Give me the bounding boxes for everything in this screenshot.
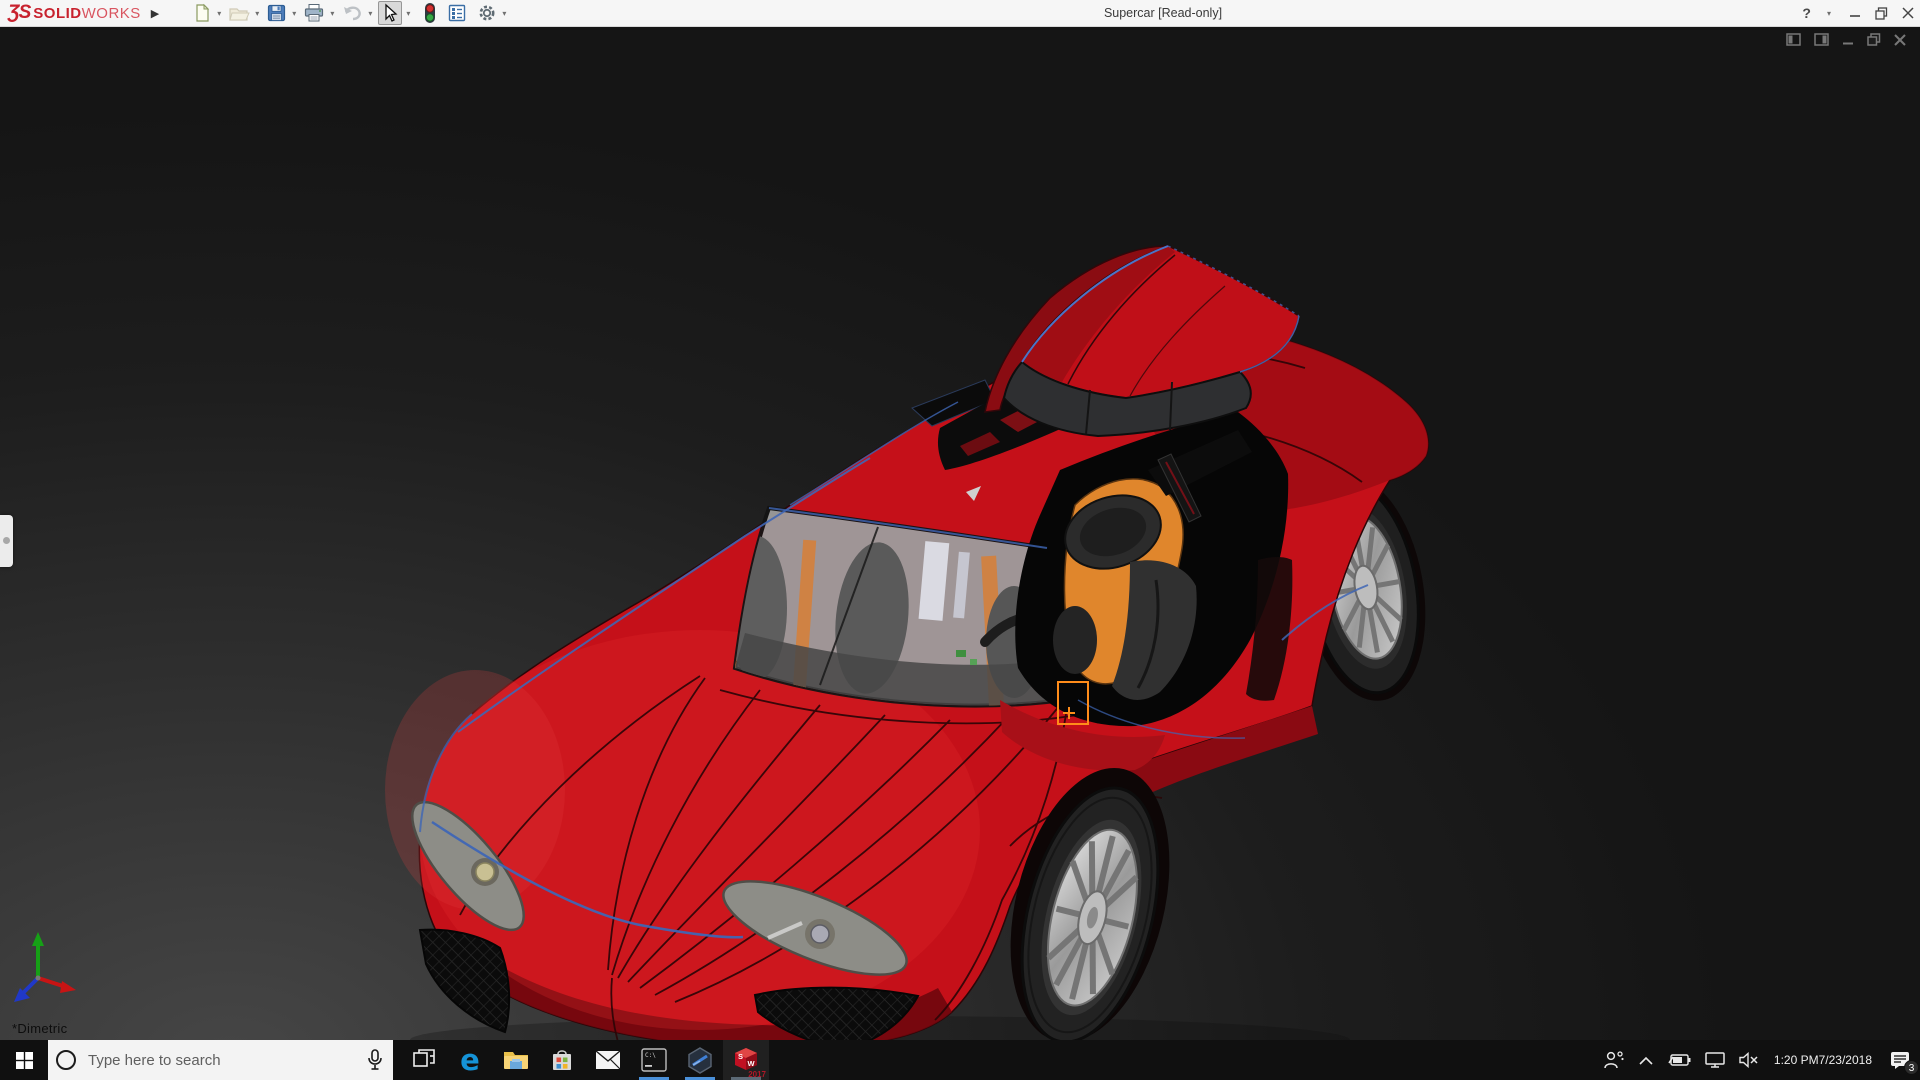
store-button[interactable] — [539, 1040, 585, 1080]
solidworks-logo: ƷS SOLID WORKS — [8, 2, 141, 24]
properties-list-icon — [447, 3, 467, 23]
microphone-icon[interactable] — [367, 1049, 383, 1071]
quick-access-toolbar: ▾ ▾ ▾ — [191, 1, 510, 25]
edrawings-hexagon-icon — [687, 1047, 713, 1074]
file-explorer-button[interactable] — [493, 1040, 539, 1080]
task-view-icon — [413, 1049, 435, 1071]
help-dropdown[interactable]: ▾ — [1827, 9, 1831, 18]
pane-left-button[interactable] — [1786, 33, 1801, 46]
command-prompt-icon: C:\ — [641, 1048, 667, 1072]
doc-minimize-button[interactable] — [1842, 34, 1854, 46]
restore-button[interactable] — [1875, 7, 1888, 20]
graphics-viewport[interactable]: *Dimetric — [0, 27, 1920, 1040]
mail-button[interactable] — [585, 1040, 631, 1080]
windows-logo-icon — [16, 1052, 33, 1069]
clock-date: 7/23/2018 — [1819, 1053, 1872, 1067]
select-tool-button[interactable] — [378, 1, 402, 25]
store-icon — [550, 1048, 574, 1072]
doc-restore-button[interactable] — [1867, 33, 1881, 46]
svg-text:S: S — [738, 1052, 743, 1061]
battery-charging-icon — [1667, 1053, 1691, 1067]
volume-button[interactable] — [1732, 1040, 1766, 1080]
cortana-icon — [56, 1050, 76, 1070]
people-icon — [1603, 1050, 1625, 1070]
open-folder-icon — [228, 3, 250, 23]
clock-time: 1:20 PM — [1774, 1053, 1819, 1067]
command-prompt-button[interactable]: C:\ — [631, 1040, 677, 1080]
print-icon — [303, 3, 325, 23]
gear-icon — [477, 3, 497, 23]
notification-badge: 3 — [1904, 1060, 1919, 1075]
solidworks-taskbar-button[interactable]: S W 2017 — [723, 1040, 769, 1080]
print-button[interactable] — [302, 1, 326, 25]
action-center-button[interactable]: 3 — [1880, 1040, 1920, 1080]
system-tray: 1:20 PM 7/23/2018 3 — [1596, 1040, 1920, 1080]
minimize-icon — [1849, 7, 1861, 19]
file-properties-button[interactable] — [446, 1, 468, 25]
taskbar: e — [0, 1040, 1920, 1080]
volume-muted-icon — [1739, 1052, 1759, 1068]
select-cursor-icon — [380, 3, 400, 23]
document-title: Supercar [Read-only] — [1104, 0, 1222, 26]
minimize-button[interactable] — [1849, 7, 1861, 19]
close-icon — [1902, 7, 1914, 19]
flyout-dot-icon — [3, 537, 10, 544]
view-orientation-label: *Dimetric — [12, 1021, 67, 1036]
open-button[interactable] — [227, 1, 251, 25]
feature-tree-flyout-tab[interactable] — [0, 515, 13, 567]
new-document-button[interactable] — [191, 1, 213, 25]
model-scene — [0, 27, 1920, 1040]
document-window-controls — [1786, 33, 1906, 46]
undo-button[interactable] — [340, 1, 364, 25]
app-window-controls: ? ▾ — [1802, 0, 1914, 26]
network-icon — [1705, 1052, 1725, 1068]
battery-button[interactable] — [1660, 1040, 1698, 1080]
svg-text:C:\: C:\ — [645, 1052, 656, 1059]
restore-icon — [1875, 7, 1888, 20]
desktop: ƷS SOLID WORKS ▶ ▾ ▾ — [0, 0, 1920, 1080]
tray-overflow-button[interactable] — [1632, 1040, 1660, 1080]
traffic-light-icon — [423, 2, 437, 24]
save-floppy-icon — [266, 3, 287, 23]
titlebar: ƷS SOLID WORKS ▶ ▾ ▾ — [0, 0, 1920, 27]
help-button[interactable]: ? — [1802, 5, 1811, 21]
file-explorer-icon — [503, 1049, 529, 1071]
new-document-icon — [192, 3, 212, 23]
edrawings-button[interactable] — [677, 1040, 723, 1080]
options-button[interactable] — [476, 1, 498, 25]
taskbar-search[interactable] — [48, 1040, 393, 1080]
search-input[interactable] — [88, 1052, 367, 1069]
svg-text:W: W — [748, 1059, 756, 1068]
doc-close-button[interactable] — [1894, 34, 1906, 46]
undo-arrow-icon — [341, 3, 363, 23]
clock[interactable]: 1:20 PM 7/23/2018 — [1766, 1040, 1880, 1080]
close-button[interactable] — [1902, 7, 1914, 19]
save-button[interactable] — [265, 1, 288, 25]
front-grille-left — [420, 930, 509, 1032]
rebuild-button[interactable] — [422, 1, 438, 25]
chevron-up-icon — [1639, 1056, 1653, 1065]
mail-icon — [595, 1050, 621, 1070]
car-model — [385, 246, 1442, 1040]
ds-logo-glyph: ƷS — [8, 2, 30, 24]
edge-icon: e — [460, 1046, 480, 1075]
edge-button[interactable]: e — [447, 1040, 493, 1080]
task-view-button[interactable] — [401, 1040, 447, 1080]
pane-right-button[interactable] — [1814, 33, 1829, 46]
start-button[interactable] — [0, 1040, 48, 1080]
network-button[interactable] — [1698, 1040, 1732, 1080]
menu-flyout-arrow-icon[interactable]: ▶ — [151, 7, 159, 20]
orientation-triad — [14, 932, 76, 1002]
people-button[interactable] — [1596, 1040, 1632, 1080]
